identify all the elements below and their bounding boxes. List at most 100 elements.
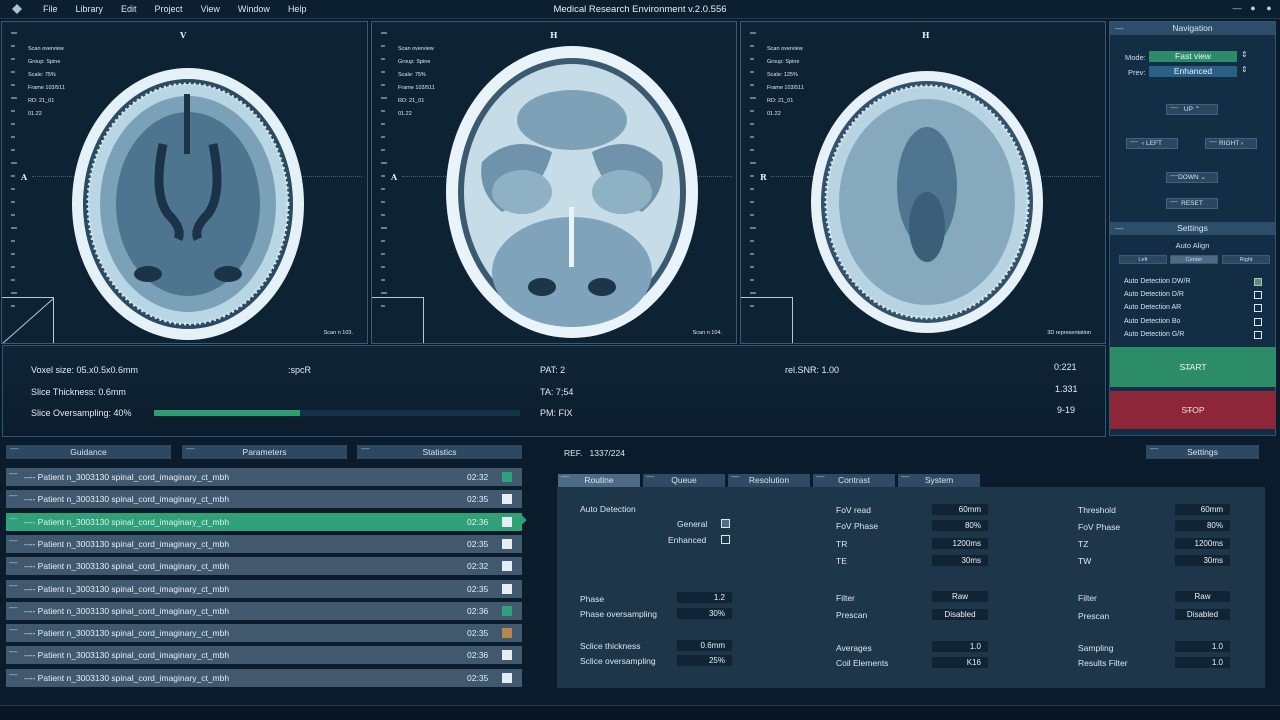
checkbox-icon[interactable] [1254,291,1262,299]
patient-row[interactable]: — ---- Patient n_3003130 spinal_cord_imag… [6,468,522,486]
checkbox-icon[interactable] [1254,331,1262,339]
sampling-field[interactable]: 1.0 [1175,641,1230,652]
mode-select[interactable]: Fast view [1149,51,1237,62]
slice-thickness-field[interactable]: 0.6mm [677,640,732,651]
tab-statistics[interactable]: — Statistics [357,443,522,459]
patient-name: ---- Patient n_3003130 spinal_cord_imagi… [24,650,230,661]
brain-scan-image [72,68,304,340]
close-icon[interactable]: ● [1264,3,1274,13]
results-filter-field[interactable]: 1.0 [1175,657,1230,668]
tz-field[interactable]: 1200ms [1175,538,1230,549]
checkbox-icon[interactable] [1254,318,1262,326]
tab-system[interactable]: — System [898,471,980,487]
te-field[interactable]: 30ms [932,555,988,566]
status-indicator[interactable] [502,561,512,572]
auto-detection-dr-option[interactable]: Auto Detection D/R [1124,289,1262,300]
tr-field[interactable]: 1200ms [932,538,988,549]
tab-contrast[interactable]: — Contrast [813,471,895,487]
tab-queue[interactable]: — Queue [643,471,725,487]
auto-detection-dwr-option[interactable]: Auto Detection DW/R [1124,276,1262,287]
enhanced-checkbox[interactable] [721,535,730,544]
patient-row[interactable]: — ---- Patient n_3003130 spinal_cord_imag… [6,579,522,598]
filter-2-field[interactable]: Raw [1175,591,1230,602]
general-checkbox[interactable] [721,519,730,528]
status-indicator[interactable] [502,516,512,527]
slice-oversampling-field[interactable]: 25% [677,655,732,666]
prescan-field[interactable]: Disabled [932,609,988,620]
fov-phase-field[interactable]: 80% [932,520,988,531]
menu-library[interactable]: Library [67,4,113,14]
align-left-button[interactable]: Left [1119,255,1167,264]
row-handle-icon: — [9,534,18,545]
tab-parameters[interactable]: — Parameters [182,443,347,459]
row-handle-icon: — [9,668,18,679]
prev-stepper-icon[interactable]: ⇕ [1241,65,1248,74]
menu-view[interactable]: View [192,4,229,14]
fov-phase-2-field[interactable]: 80% [1175,520,1230,531]
status-indicator[interactable] [502,650,512,661]
nav-up-button[interactable]: — UP ⌃ [1166,103,1218,115]
tab-guidance[interactable]: — Guidance [6,443,171,459]
status-indicator[interactable] [502,583,512,594]
fov-read-field[interactable]: 60mm [932,504,988,515]
scan-viewport-1[interactable]: Scan overview Group: Spine Scale: 75% Frame… [1,21,368,344]
preview-box [741,297,793,343]
minimize-icon[interactable]: — [1232,3,1242,13]
patient-row[interactable]: — ---- Patient n_3003130 spinal_cord_imag… [6,668,522,687]
navigation-header: — Navigation [1110,22,1275,35]
align-center-button[interactable]: Center [1170,255,1218,264]
phase-field[interactable]: 1.2 [677,592,732,603]
start-button[interactable]: — START [1110,347,1276,387]
threshold-field[interactable]: 60mm [1175,504,1230,515]
patient-row[interactable]: — ---- Patient n_3003130 spinal_cord_imag… [6,601,522,620]
coil-elements-field[interactable]: K16 [932,657,988,668]
auto-detection-ar-option[interactable]: Auto Detection AR [1124,302,1262,313]
phase-oversampling-field[interactable]: 30% [677,608,732,619]
patient-row[interactable]: — ---- Patient n_3003130 spinal_cord_imag… [6,534,522,553]
scan-viewport-3[interactable]: Scan overview Group: Spine Scale: 125% Fram… [740,21,1106,344]
orientation-left-label: A [391,172,398,182]
tab-routine[interactable]: — Routine [558,471,640,487]
status-indicator[interactable] [502,472,512,482]
patient-row[interactable]: — ---- Patient n_3003130 spinal_cord_imag… [6,557,522,576]
status-indicator[interactable] [502,538,512,549]
patient-row[interactable]: — ---- Patient n_3003130 spinal_cord_imag… [6,490,522,509]
auto-detection-bo-option[interactable]: Auto Detection Bo [1124,316,1262,327]
menu-project[interactable]: Project [146,4,192,14]
oversampling-progress-bar [154,410,520,416]
menu-help[interactable]: Help [279,4,316,14]
scan-viewport-2[interactable]: Scan overview Group: Spine Scale: 75% Frame… [371,21,737,344]
tw-field[interactable]: 30ms [1175,555,1230,566]
patient-name: ---- Patient n_3003130 spinal_cord_imagi… [24,583,230,594]
averages-field[interactable]: 1.0 [932,641,988,652]
mode-stepper-icon[interactable]: ⇕ [1241,50,1248,59]
checkbox-icon[interactable] [1254,278,1262,286]
menu-file[interactable]: File [34,4,67,14]
patient-time: 02:32 [467,561,489,572]
settings-tab[interactable]: — Settings [1146,443,1259,459]
menu-window[interactable]: Window [229,4,279,14]
nav-down-button[interactable]: — DOWN ⌄ [1166,171,1218,183]
maximize-icon[interactable]: ● [1248,3,1258,13]
patient-row[interactable]: — ---- Patient n_3003130 spinal_cord_imag… [6,624,522,643]
nav-reset-button[interactable]: — RESET [1166,197,1218,209]
prev-select[interactable]: Enhanced [1149,66,1237,77]
menu-edit[interactable]: Edit [112,4,146,14]
patient-name: ---- Patient n_3003130 spinal_cord_imagi… [24,516,230,527]
align-right-button[interactable]: Right [1222,255,1270,264]
tab-resolution[interactable]: — Resolution [728,471,810,487]
patient-row[interactable]: — ---- Patient n_3003130 spinal_cord_imag… [6,646,522,665]
patient-row[interactable]: — ---- Patient n_3003130 spinal_cord_imag… [6,512,527,531]
status-indicator[interactable] [502,494,512,505]
ruler-scale [750,32,756,307]
nav-right-button[interactable]: — RIGHT › [1205,137,1257,149]
status-indicator[interactable] [502,605,512,616]
nav-left-button[interactable]: — ‹ LEFT [1126,137,1178,149]
checkbox-icon[interactable] [1254,304,1262,312]
status-indicator[interactable] [502,628,512,639]
auto-detection-gr-option[interactable]: Auto Detection G/R [1124,329,1262,340]
prescan-2-field[interactable]: Disabled [1175,609,1230,620]
status-indicator[interactable] [502,672,512,683]
filter-field[interactable]: Raw [932,591,988,602]
stop-button[interactable]: — STOP [1110,391,1276,429]
